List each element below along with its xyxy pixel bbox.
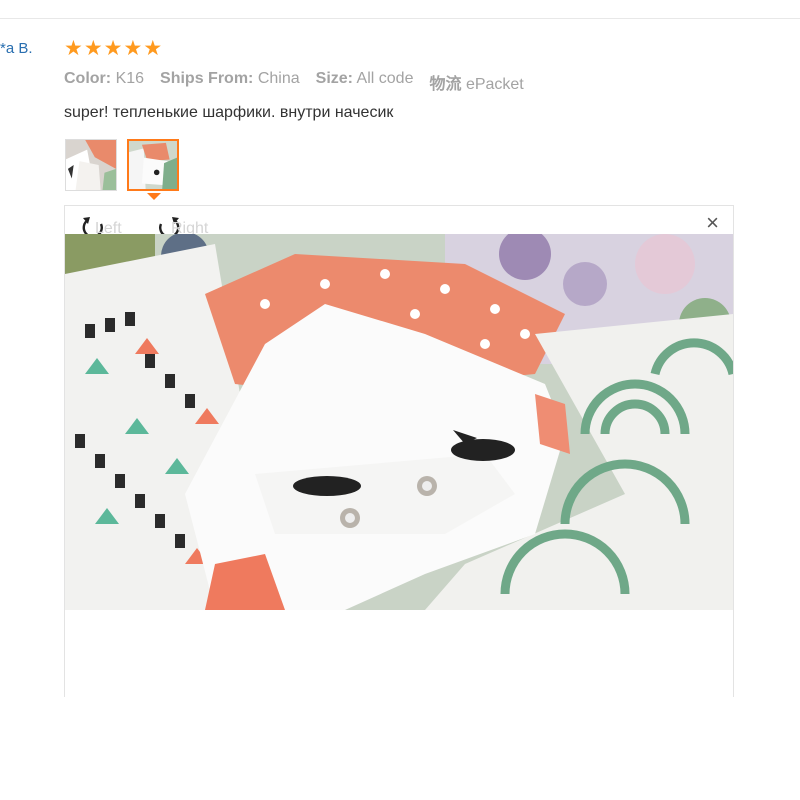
star-icon: ★	[103, 37, 123, 60]
thumbnail-image	[129, 141, 177, 189]
review-photo-thumbnail[interactable]	[65, 139, 117, 191]
star-icon: ★	[143, 37, 163, 60]
rating-stars: ★ ★ ★ ★ ★	[64, 38, 162, 59]
review-comment: super! тепленькие шарфики. внутри начеси…	[64, 104, 394, 121]
attribute-size: Size: All code	[315, 70, 414, 87]
review-attributes: Color: K16 Ships From: China Size: All c…	[64, 70, 524, 94]
photo-image	[65, 234, 733, 610]
close-icon[interactable]: ×	[706, 212, 719, 234]
attribute-logistics: 物流 ePacket	[429, 76, 524, 93]
review-photo-large	[65, 234, 733, 610]
star-icon: ★	[83, 37, 103, 60]
review-photo-thumbnail-active[interactable]	[127, 139, 179, 191]
star-icon: ★	[64, 37, 83, 60]
top-divider	[0, 18, 800, 19]
attribute-ships-from: Ships From: China	[160, 70, 300, 87]
photo-viewer: Left Right ×	[64, 205, 734, 697]
active-thumbnail-indicator	[147, 193, 161, 200]
attribute-color: Color: K16	[64, 70, 145, 87]
star-icon: ★	[123, 37, 143, 60]
thumbnail-image	[66, 140, 116, 190]
reviewer-name[interactable]: *a B.	[0, 40, 33, 57]
